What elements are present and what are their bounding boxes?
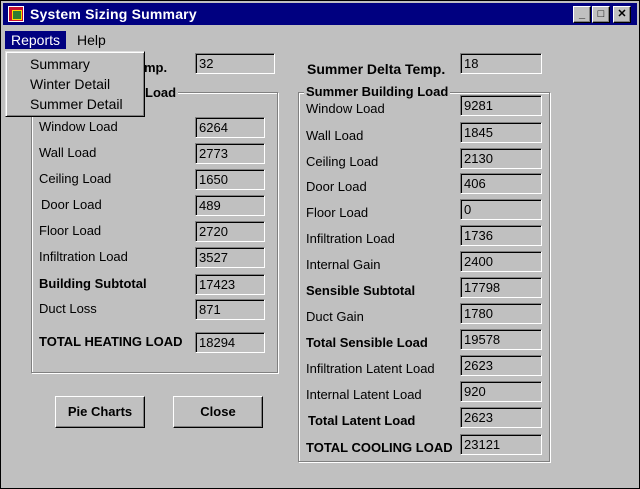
summer-row-label: Internal Latent Load (306, 387, 422, 402)
summer-delta-temp-label: Summer Delta Temp. (307, 61, 446, 77)
winter-load-group-title: Load (143, 85, 179, 100)
dropdown-item-winter-detail[interactable]: Winter Detail (30, 76, 110, 92)
minimize-button[interactable]: _ (573, 6, 591, 23)
summer-row-value: 17798 (460, 277, 542, 298)
winter-row-label: Ceiling Load (39, 171, 112, 186)
title-bar[interactable]: System Sizing Summary _ □ ✕ (3, 3, 637, 25)
winter-delta-temp-label: mp. (144, 60, 168, 75)
summer-row-label: Floor Load (306, 205, 369, 220)
summer-row-value: 23121 (460, 434, 542, 455)
summer-row-value: 2400 (460, 251, 542, 272)
winter-row-label: Duct Loss (39, 301, 97, 316)
winter-row-label: Door Load (41, 197, 102, 212)
close-button[interactable]: Close (173, 396, 263, 428)
summer-row-label: Duct Gain (306, 309, 364, 324)
summer-row-label: Ceiling Load (306, 154, 379, 169)
summer-row-value: 2623 (460, 407, 542, 428)
window-title: System Sizing Summary (30, 6, 197, 22)
winter-row-value: 2720 (195, 221, 265, 242)
summer-row-value: 2130 (460, 148, 542, 169)
menu-help[interactable]: Help (71, 31, 112, 49)
summer-row-value: 0 (460, 199, 542, 220)
summer-row-label: Internal Gain (306, 257, 381, 272)
summer-row-value: 1845 (460, 122, 542, 143)
winter-row-value: 871 (195, 299, 265, 320)
winter-row-label: Building Subtotal (39, 276, 147, 291)
summer-row-label: Total Latent Load (308, 413, 416, 428)
winter-delta-temp-value: 32 (195, 53, 275, 74)
summer-row-label: Total Sensible Load (306, 335, 428, 350)
winter-row-label: Floor Load (39, 223, 102, 238)
summer-row-value: 920 (460, 381, 542, 402)
summer-row-label: Infiltration Latent Load (306, 361, 435, 376)
summer-row-value: 1780 (460, 303, 542, 324)
winter-row-label: Infiltration Load (39, 249, 128, 264)
summer-row-value: 2623 (460, 355, 542, 376)
winter-row-value: 17423 (195, 274, 265, 295)
summer-row-label: Sensible Subtotal (306, 283, 416, 298)
winter-row-label: Wall Load (39, 145, 97, 160)
winter-row-value: 18294 (195, 332, 265, 353)
maximize-button[interactable]: □ (592, 6, 610, 23)
summer-row-label: Infiltration Load (306, 231, 395, 246)
summer-row-label: TOTAL COOLING LOAD (306, 440, 453, 455)
pie-charts-button[interactable]: Pie Charts (55, 396, 145, 428)
dropdown-item-summary[interactable]: Summary (30, 56, 90, 72)
menu-bar: Reports Help (3, 29, 637, 51)
summer-load-group-title: Summer Building Load (304, 84, 451, 99)
reports-dropdown: Summary Winter Detail Summer Detail (5, 51, 145, 117)
close-window-button[interactable]: ✕ (613, 6, 631, 23)
winter-row-value: 1650 (195, 169, 265, 190)
summer-row-value: 9281 (460, 95, 542, 116)
summer-row-value: 406 (460, 173, 542, 194)
summer-row-value: 1736 (460, 225, 542, 246)
menu-reports[interactable]: Reports (5, 31, 67, 49)
app-icon[interactable] (8, 6, 24, 22)
winter-row-label: Window Load (39, 119, 118, 134)
summer-delta-temp-value: 18 (460, 53, 542, 74)
summer-row-label: Wall Load (306, 128, 364, 143)
summer-row-label: Window Load (306, 101, 385, 116)
system-sizing-window: System Sizing Summary _ □ ✕ Reports Help… (0, 0, 640, 489)
winter-row-value: 3527 (195, 247, 265, 268)
winter-row-label: TOTAL HEATING LOAD (39, 334, 183, 349)
dropdown-item-summer-detail[interactable]: Summer Detail (30, 96, 123, 112)
summer-row-value: 19578 (460, 329, 542, 350)
winter-row-value: 489 (195, 195, 265, 216)
summer-row-label: Door Load (306, 179, 367, 194)
winter-row-value: 6264 (195, 117, 265, 138)
winter-row-value: 2773 (195, 143, 265, 164)
